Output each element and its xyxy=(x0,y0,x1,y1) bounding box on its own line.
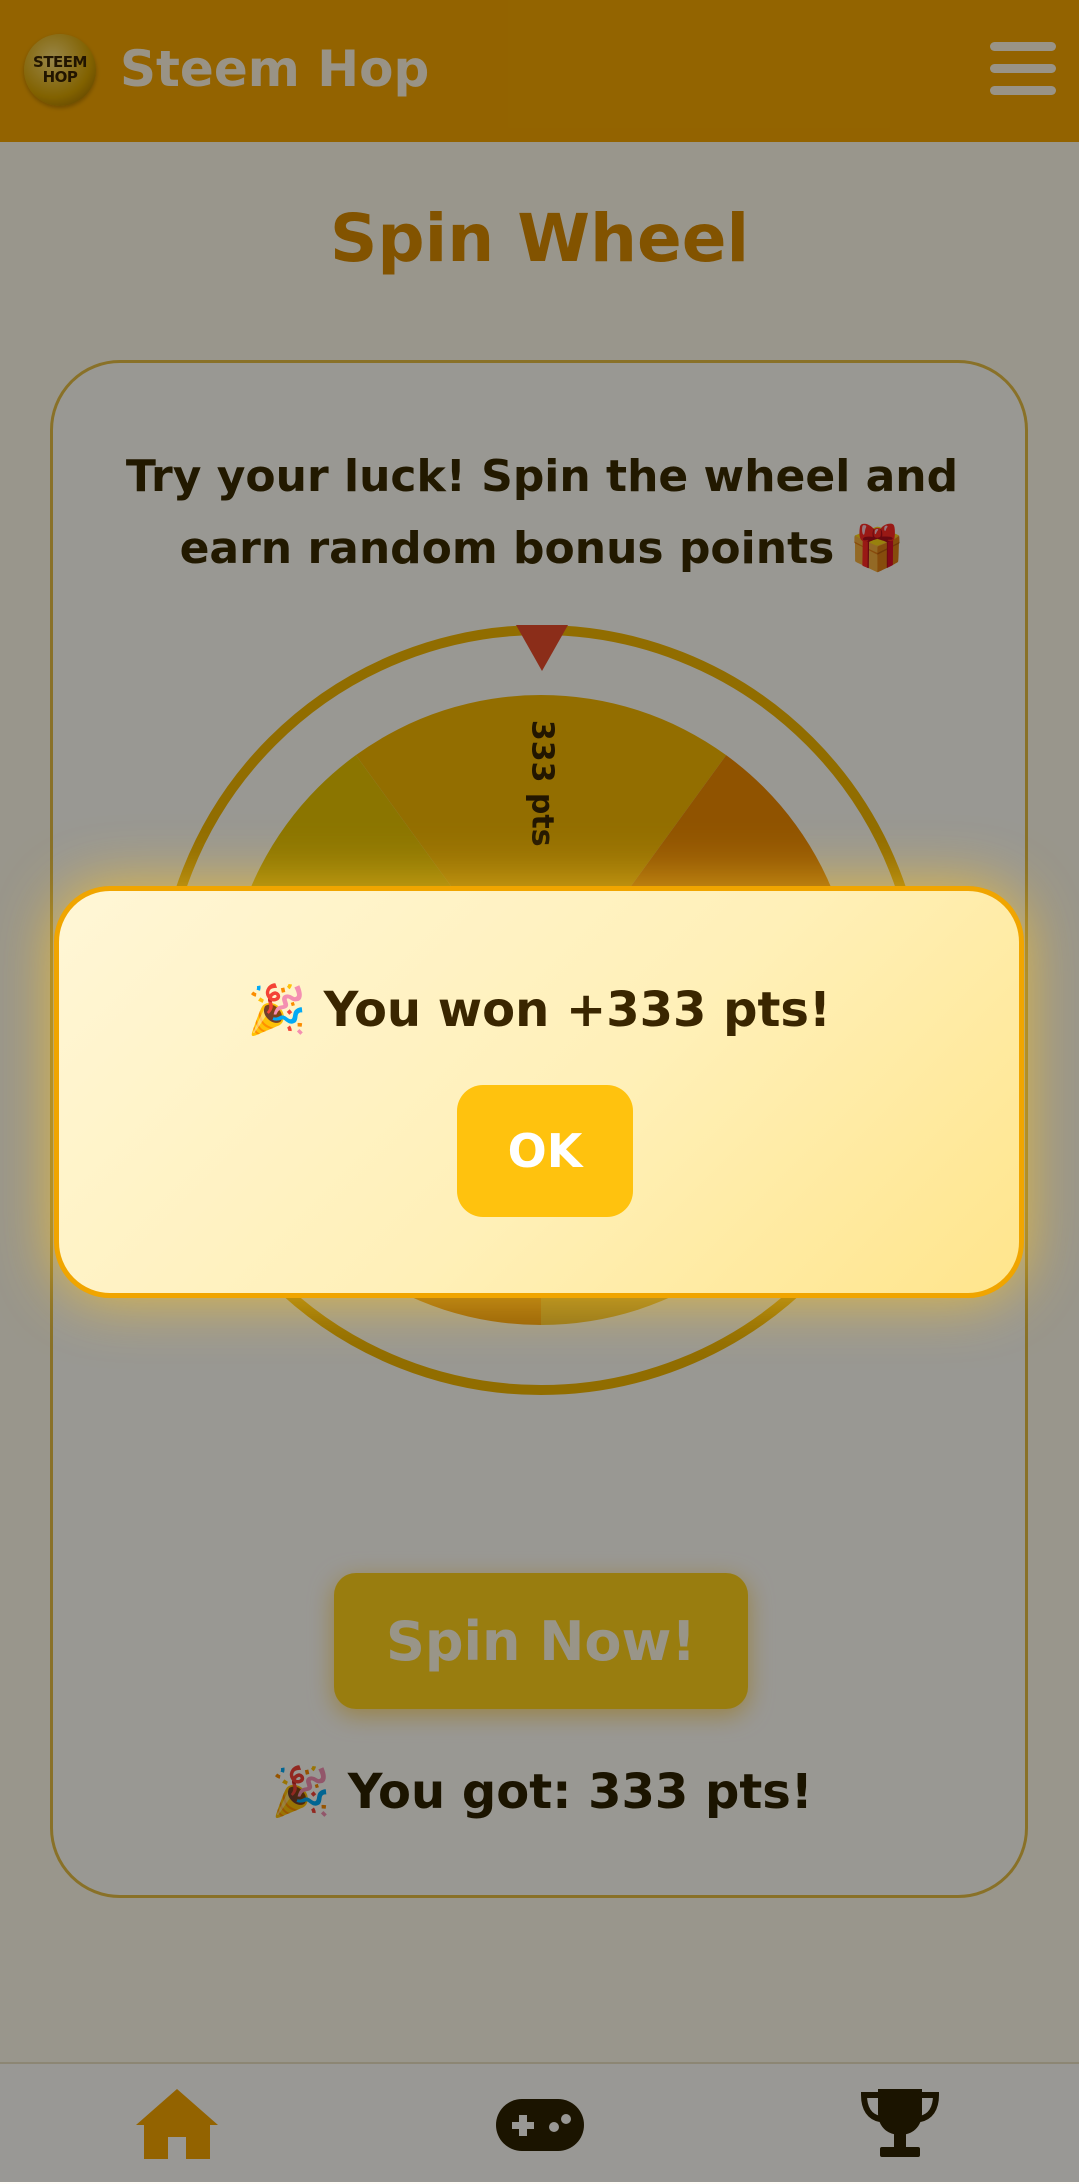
win-modal: 🎉 You won +333 pts! OK xyxy=(54,886,1024,1298)
win-message: 🎉 You won +333 pts! xyxy=(247,982,831,1038)
ok-button[interactable]: OK xyxy=(457,1085,633,1217)
